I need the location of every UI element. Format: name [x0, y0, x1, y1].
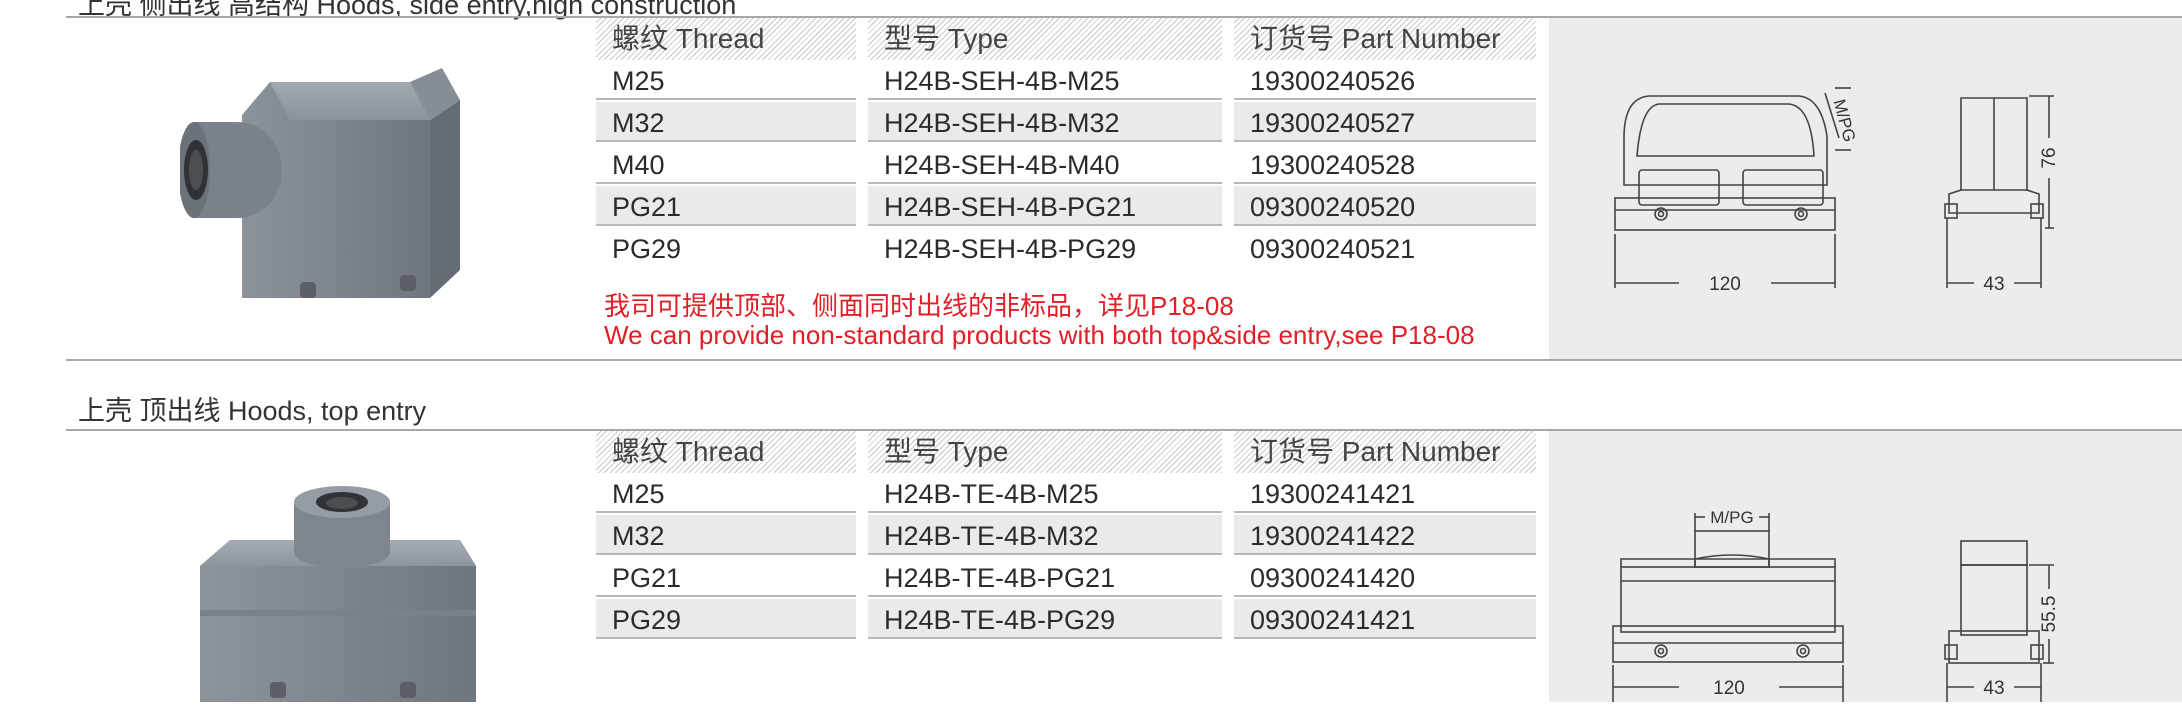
type-cell: H24B-TE-4B-M32 — [868, 515, 1222, 555]
table-row: M25 H24B-SEH-4B-M25 19300240526 — [596, 60, 1536, 102]
table-row: M32 H24B-TE-4B-M32 19300241422 — [596, 515, 1536, 557]
thread-cell: M40 — [596, 144, 856, 184]
thread-cell: M25 — [596, 60, 856, 100]
thread-cell: PG29 — [596, 599, 856, 639]
thread-cell: M32 — [596, 102, 856, 142]
thread-cell: M25 — [596, 473, 856, 513]
section1-table: 螺纹 Thread 型号 Type 订货号 Part Number M25 H2… — [596, 18, 1536, 270]
thread-column-header: 螺纹 Thread — [596, 18, 856, 60]
part-number-cell: 09300240520 — [1234, 186, 1536, 226]
side-entry-technical-drawing: 120 43 76 M/PG — [1549, 18, 2182, 359]
thread-cell: M32 — [596, 515, 856, 555]
part-number-cell: 19300241421 — [1234, 473, 1536, 513]
part-number-column-header: 订货号 Part Number — [1234, 18, 1536, 60]
type-cell: H24B-TE-4B-PG21 — [868, 557, 1222, 597]
table-header: 螺纹 Thread 型号 Type 订货号 Part Number — [596, 431, 1536, 473]
thread-cell: PG29 — [612, 234, 682, 264]
part-number-cell: 19300240528 — [1234, 144, 1536, 184]
type-cell: H24B-TE-4B-M25 — [868, 473, 1222, 513]
table-row: M32 H24B-SEH-4B-M32 19300240527 — [596, 102, 1536, 144]
table-row: PG29 H24B-SEH-4B-PG29 09300240521 — [596, 228, 1536, 270]
type-cell: H24B-SEH-4B-M25 — [868, 60, 1222, 100]
side-entry-hood-photo — [178, 60, 500, 310]
type-cell: H24B-TE-4B-PG29 — [868, 599, 1222, 639]
top-entry-hood-photo — [190, 486, 490, 702]
table-header: 螺纹 Thread 型号 Type 订货号 Part Number — [596, 18, 1536, 60]
table-row: PG21 H24B-SEH-4B-PG21 09300240520 — [596, 186, 1536, 228]
type-cell: H24B-SEH-4B-PG29 — [884, 234, 1137, 264]
depth-dimension-label: 43 — [1983, 274, 2004, 295]
part-number-cell: 19300240527 — [1234, 102, 1536, 142]
section2-table: 螺纹 Thread 型号 Type 订货号 Part Number M25 H2… — [596, 431, 1536, 641]
depth-dimension-label: 43 — [1983, 678, 2004, 699]
table-row: M40 H24B-SEH-4B-M40 19300240528 — [596, 144, 1536, 186]
height-dimension-label: 76 — [2039, 147, 2060, 168]
entry-size-label: M/PG — [1710, 508, 1753, 527]
thread-cell: PG21 — [596, 186, 856, 226]
part-number-cell: 19300240526 — [1234, 60, 1536, 100]
section2-title: 上壳 顶出线 Hoods, top entry — [78, 396, 427, 426]
width-dimension-label: 120 — [1713, 678, 1745, 699]
table-row: PG21 H24B-TE-4B-PG21 09300241420 — [596, 557, 1536, 599]
type-cell: H24B-SEH-4B-M32 — [868, 102, 1222, 142]
part-number-cell: 19300241422 — [1234, 515, 1536, 555]
type-cell: H24B-SEH-4B-M40 — [868, 144, 1222, 184]
height-dimension-label: 55.5 — [2039, 596, 2060, 633]
part-number-cell: 09300241421 — [1234, 599, 1536, 639]
part-number-column-header: 订货号 Part Number — [1234, 431, 1536, 473]
top-entry-technical-drawing: M/PG 120 43 55.5 — [1549, 431, 2182, 702]
width-dimension-label: 120 — [1709, 274, 1741, 295]
table-row: PG29 H24B-TE-4B-PG29 09300241421 — [596, 599, 1536, 641]
note-english: We can provide non-standard products wit… — [604, 320, 1475, 350]
table-row: M25 H24B-TE-4B-M25 19300241421 — [596, 473, 1536, 515]
part-number-cell: 09300241420 — [1234, 557, 1536, 597]
type-column-header: 型号 Type — [868, 431, 1222, 473]
thread-column-header: 螺纹 Thread — [596, 431, 856, 473]
type-cell: H24B-SEH-4B-PG21 — [868, 186, 1222, 226]
thread-cell: PG21 — [596, 557, 856, 597]
section-divider — [66, 359, 2182, 361]
part-number-cell: 09300240521 — [1250, 234, 1416, 264]
note-chinese: 我司可提供顶部、侧面同时出线的非标品，详见P18-08 — [604, 291, 1234, 321]
type-column-header: 型号 Type — [868, 18, 1222, 60]
